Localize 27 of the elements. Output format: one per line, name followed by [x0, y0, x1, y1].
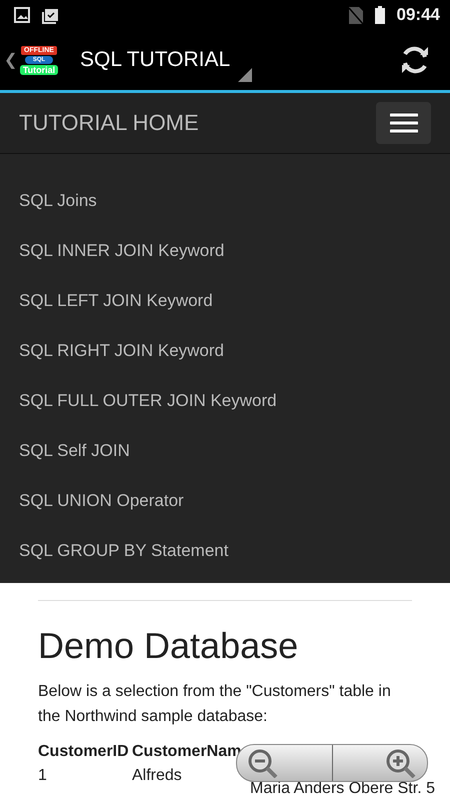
- clock-time: 09:44: [396, 5, 440, 25]
- menu-item[interactable]: SQL Joins: [0, 176, 450, 226]
- menu-item[interactable]: SQL RIGHT JOIN Keyword: [0, 326, 450, 376]
- no-sim-icon: [348, 6, 363, 24]
- table-cell-text: Maria Anders Obere Str. 5: [250, 779, 435, 797]
- menu-icon: [390, 113, 418, 133]
- clipboard-check-icon: [42, 6, 60, 24]
- column-header: CustomerID: [38, 743, 130, 761]
- menu-item[interactable]: SQL INNER JOIN Keyword: [0, 226, 450, 276]
- intro-paragraph: Below is a selection from the "Customers" table in the Northwind sample database:: [38, 682, 392, 727]
- menu-item[interactable]: SQL UNION Operator: [0, 476, 450, 526]
- app-title[interactable]: SQL TUTORIAL: [80, 48, 230, 72]
- picture-notification-icon: [14, 7, 30, 23]
- table-cell-text: 1: [38, 767, 48, 786]
- battery-icon: [374, 6, 385, 24]
- dropdown-corner-icon: [238, 68, 252, 82]
- menu-item[interactable]: SQL GROUP BY Statement: [0, 526, 450, 576]
- page-heading: Demo Database: [38, 625, 300, 667]
- menu-item[interactable]: SQL FULL OUTER JOIN Keyword: [0, 376, 450, 426]
- back-chevron[interactable]: ❮: [0, 50, 18, 70]
- menu-item[interactable]: SQL Self JOIN: [0, 426, 450, 476]
- refresh-icon[interactable]: [400, 45, 430, 75]
- zoom-out-icon: [247, 748, 279, 778]
- menu-button[interactable]: [376, 102, 431, 144]
- column-header: CustomerNam: [132, 743, 242, 761]
- menu-item[interactable]: SQL LEFT JOIN Keyword: [0, 276, 450, 326]
- zoom-in-icon: [385, 748, 417, 778]
